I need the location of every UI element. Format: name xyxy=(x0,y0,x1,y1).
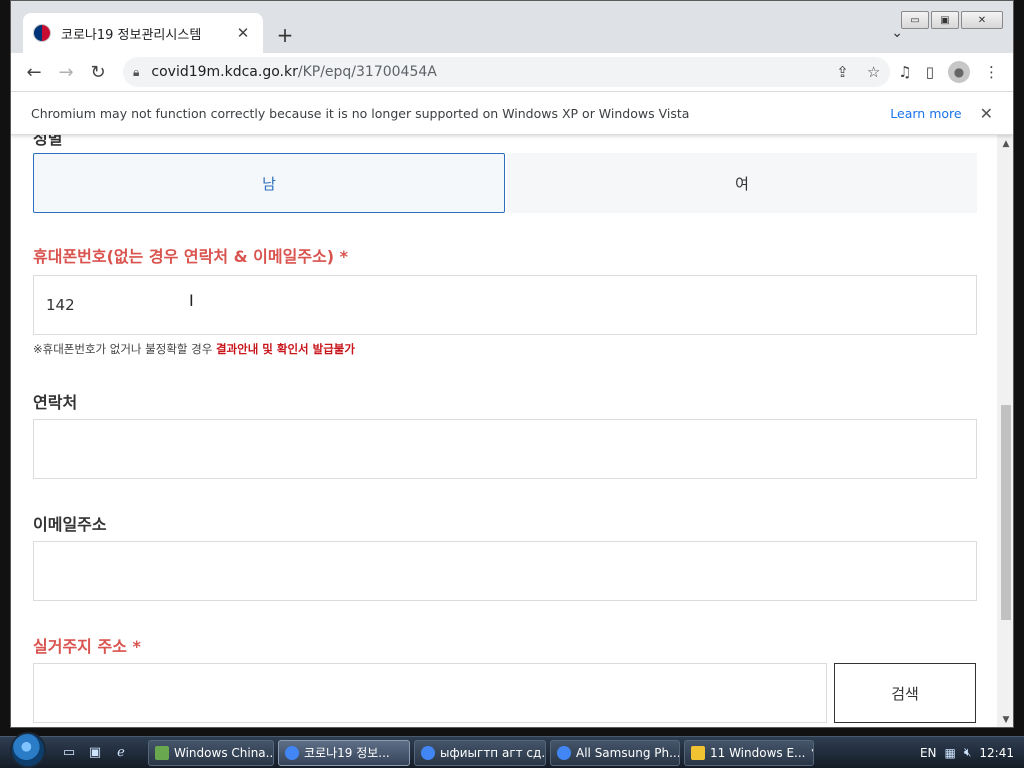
hint-text: ※휴대폰번호가 없거나 불정확할 경우 xyxy=(33,342,216,356)
task-label: 코로나19 정보... xyxy=(304,746,390,760)
arrow-left-icon: ← xyxy=(26,61,42,83)
maximize-button[interactable]: ▣ xyxy=(931,11,959,29)
arrow-right-icon: → xyxy=(58,61,74,83)
task-label: Windows China... xyxy=(174,745,274,760)
task-label: All Samsung Ph... xyxy=(576,745,680,760)
new-tab-button[interactable]: + xyxy=(273,23,297,47)
tab-strip: 코로나19 정보관리시스템 ✕ + ⌄ ▭ ▣ ✕ xyxy=(11,1,1013,53)
taskbar-tasks: Windows China... 코로나19 정보... ыфиыгтп агт… xyxy=(148,739,814,766)
address-search-button[interactable]: 검색 xyxy=(834,663,976,723)
side-panel-icon[interactable]: ▯ xyxy=(926,63,934,81)
back-button[interactable]: ← xyxy=(19,57,49,87)
menu-kebab-icon[interactable]: ⋮ xyxy=(984,63,999,81)
tab-title: 코로나19 정보관리시스템 xyxy=(61,27,202,43)
tab-close-icon[interactable]: ✕ xyxy=(233,24,253,42)
task-label: ыфиыгтп агт сд... xyxy=(440,745,546,760)
hint-warning: 결과안내 및 확인서 발급불가 xyxy=(215,342,355,356)
clock[interactable]: 12:41 xyxy=(979,746,1014,760)
minimize-button[interactable]: ▭ xyxy=(901,11,929,29)
show-desktop-icon[interactable]: ▭ xyxy=(60,744,78,762)
reload-button[interactable]: ↻ xyxy=(83,57,113,87)
scrollbar-thumb[interactable] xyxy=(1001,405,1011,620)
address-input[interactable] xyxy=(33,663,827,723)
chromium-icon xyxy=(421,745,435,760)
address-label: 실거주지 주소 * xyxy=(33,637,141,656)
task-windows-china[interactable]: Windows China... xyxy=(148,739,274,766)
share-icon[interactable]: ⇪ xyxy=(836,63,849,81)
task-chromium-3[interactable]: All Samsung Ph... xyxy=(550,739,680,766)
forward-button[interactable]: → xyxy=(51,57,81,87)
system-tray: EN ▦ 🔇︎ 12:41 xyxy=(920,745,1024,760)
window-controls: ▭ ▣ ✕ xyxy=(901,11,1003,29)
phone-hint: ※휴대폰번호가 없거나 불정확할 경우 결과안내 및 확인서 발급불가 xyxy=(33,341,355,357)
reload-icon: ↻ xyxy=(90,61,106,83)
url-host: covid19m.kdca.go.kr xyxy=(151,64,298,80)
gender-selector: 남 여 xyxy=(33,153,977,213)
quick-launch: ▭ ▣ ℯ xyxy=(60,744,130,762)
dropdown-arrow-icon: ▼ xyxy=(812,748,814,758)
url-path: /KP/epq/31700454A xyxy=(297,64,437,80)
phone-input[interactable]: 142 xyxy=(33,275,977,335)
bookmark-star-icon[interactable]: ☆ xyxy=(867,63,880,81)
task-label: 11 Windows E... xyxy=(710,745,806,760)
learn-more-link[interactable]: Learn more xyxy=(890,106,961,121)
kdca-favicon-icon xyxy=(33,24,51,42)
contact-label: 연락처 xyxy=(33,393,78,412)
folder-icon xyxy=(155,745,169,760)
infobar-close-icon[interactable]: ✕ xyxy=(980,104,993,123)
tab-active[interactable]: 코로나19 정보관리시스템 ✕ xyxy=(23,13,263,53)
task-covid-chromium[interactable]: 코로나19 정보... xyxy=(278,739,410,766)
lock-icon: 🔒︎ xyxy=(133,64,140,79)
page-content: 성별 남 여 휴대폰번호(없는 경우 연락처 & 이메일주소) * 142 I … xyxy=(11,135,997,727)
chromium-icon xyxy=(285,745,299,760)
email-input[interactable] xyxy=(33,541,977,601)
gender-option-male[interactable]: 남 xyxy=(33,153,505,213)
page-scrollbar[interactable]: ▲ ▼ xyxy=(997,135,1013,727)
task-chromium-2[interactable]: ыфиыгтп агт сд... xyxy=(414,739,546,766)
switch-windows-icon[interactable]: ▣ xyxy=(86,744,104,762)
gender-option-female[interactable]: 여 xyxy=(507,153,977,213)
task-explorer-group[interactable]: 11 Windows E... ▼ xyxy=(684,739,814,766)
scroll-down-arrow-icon[interactable]: ▼ xyxy=(997,715,1013,725)
address-bar[interactable]: 🔒︎ covid19m.kdca.go.kr /KP/epq/31700454A… xyxy=(123,57,891,87)
browser-window: 코로나19 정보관리시스템 ✕ + ⌄ ▭ ▣ ✕ ← → ↻ 🔒︎ covid… xyxy=(10,0,1014,728)
phone-label: 휴대폰번호(없는 경우 연락처 & 이메일주소) * xyxy=(33,247,349,266)
profile-avatar-icon[interactable]: ● xyxy=(948,61,970,83)
infobar-message: Chromium may not function correctly beca… xyxy=(31,105,690,121)
unsupported-os-infobar: Chromium may not function correctly beca… xyxy=(11,91,1013,135)
close-window-button[interactable]: ✕ xyxy=(961,11,1003,29)
omnibox-actions: ⇪ ☆ xyxy=(836,63,880,81)
toolbar-right: ♫ ▯ ● ⋮ xyxy=(898,61,1005,83)
internet-explorer-icon[interactable]: ℯ xyxy=(112,744,130,762)
contact-input[interactable] xyxy=(33,419,977,479)
text-cursor-icon: I xyxy=(189,291,194,310)
folder-icon xyxy=(691,745,705,760)
network-icon[interactable]: ▦ xyxy=(945,746,956,760)
scroll-up-arrow-icon[interactable]: ▲ xyxy=(997,139,1013,149)
windows-taskbar: ▭ ▣ ℯ Windows China... 코로나19 정보... ыфиыг… xyxy=(0,731,1024,768)
start-button[interactable] xyxy=(10,731,46,768)
email-label: 이메일주소 xyxy=(33,515,107,534)
gender-label: 성별 xyxy=(33,135,63,148)
chromium-icon xyxy=(557,745,571,760)
media-control-icon[interactable]: ♫ xyxy=(898,63,911,81)
language-indicator[interactable]: EN xyxy=(920,746,937,760)
volume-muted-icon[interactable]: 🔇︎ xyxy=(964,745,972,760)
browser-toolbar: ← → ↻ 🔒︎ covid19m.kdca.go.kr /KP/epq/317… xyxy=(11,53,1013,91)
